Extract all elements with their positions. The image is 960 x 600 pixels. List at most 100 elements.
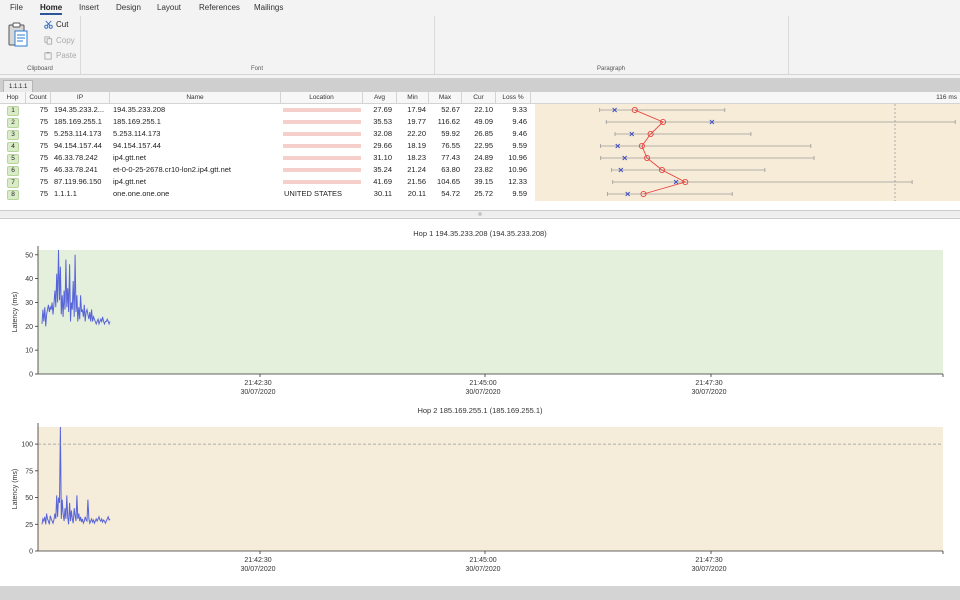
cell-max: 104.65 bbox=[437, 177, 460, 186]
paragraph-group-label: Paragraph bbox=[596, 66, 626, 72]
panel-splitter[interactable] bbox=[0, 211, 960, 217]
hop-latency-graph bbox=[535, 104, 960, 201]
cell-location bbox=[284, 128, 362, 140]
cell-max: 59.92 bbox=[441, 129, 460, 138]
table-row[interactable]: 2 75 185.169.255.1 185.169.255.1 35.53 19.77 1… bbox=[0, 116, 535, 128]
cell-location bbox=[284, 152, 362, 164]
table-row[interactable]: 8 75 1.1.1.1 one.one.one.one UNITED STATES 30… bbox=[0, 188, 535, 200]
plot-area bbox=[38, 250, 943, 374]
hop-number-badge: 5 bbox=[7, 154, 19, 164]
column-header-hop[interactable]: Hop bbox=[0, 92, 26, 103]
table-row[interactable]: 3 75 5.253.114.173 5.253.114.173 32.08 22.20 5… bbox=[0, 128, 535, 140]
cell-cur: 26.85 bbox=[474, 129, 493, 138]
scissors-icon bbox=[44, 20, 53, 29]
table-row[interactable]: 5 75 46.33.78.242 ip4.gtt.net 31.10 18.23 77.4… bbox=[0, 152, 535, 164]
cell-ip: 5.253.114.173 bbox=[54, 129, 102, 138]
column-header-min[interactable]: Min bbox=[397, 92, 429, 103]
y-tick-label: 10 bbox=[25, 348, 33, 355]
table-row[interactable]: 7 75 87.119.96.150 ip4.gtt.net 41.69 21.56 104… bbox=[0, 176, 535, 188]
cell-ip: 185.169.255.1 bbox=[54, 117, 102, 126]
x-tick-time-label: 21:42:30 bbox=[244, 557, 271, 564]
cell-min: 21.56 bbox=[407, 177, 426, 186]
cell-count: 75 bbox=[39, 177, 48, 186]
tab-file[interactable]: File bbox=[10, 3, 23, 12]
column-header-max[interactable]: Max bbox=[429, 92, 462, 103]
copy-icon bbox=[44, 36, 53, 45]
cut-button[interactable]: Cut bbox=[44, 20, 68, 29]
paragraph-group: Paragraph bbox=[434, 16, 789, 74]
x-tick-time-label: 21:47:30 bbox=[695, 557, 722, 564]
tab-mailings[interactable]: Mailings bbox=[254, 3, 283, 12]
column-header-name[interactable]: Name bbox=[110, 92, 281, 103]
column-header-avg[interactable]: Avg bbox=[363, 92, 397, 103]
hop-number-badge: 8 bbox=[7, 190, 19, 200]
hop-table: Hop Count IP Name Location Avg Min Max C… bbox=[0, 92, 960, 211]
y-tick-label: 0 bbox=[29, 549, 33, 556]
font-group: Font bbox=[80, 16, 435, 74]
tab-layout[interactable]: Layout bbox=[157, 3, 181, 12]
column-header-cur[interactable]: Cur bbox=[462, 92, 496, 103]
cell-count: 75 bbox=[39, 165, 48, 174]
cell-count: 75 bbox=[39, 129, 48, 138]
x-tick-date-label: 30/07/2020 bbox=[691, 389, 726, 396]
cell-min: 18.19 bbox=[407, 141, 426, 150]
splitter-handle-icon[interactable] bbox=[478, 212, 482, 216]
column-header-count[interactable]: Count bbox=[26, 92, 51, 103]
column-header-location[interactable]: Location bbox=[281, 92, 363, 103]
y-tick-label: 50 bbox=[25, 252, 33, 259]
tab-design[interactable]: Design bbox=[116, 3, 141, 12]
cell-loss: 9.46 bbox=[512, 129, 527, 138]
font-group-label: Font bbox=[250, 66, 263, 72]
cell-avg: 29.66 bbox=[373, 141, 392, 150]
column-header-loss[interactable]: Loss % bbox=[496, 92, 531, 103]
copy-label: Copy bbox=[56, 36, 75, 45]
tab-references[interactable]: References bbox=[199, 3, 240, 12]
cell-name: 5.253.114.173 bbox=[113, 129, 161, 138]
cell-avg: 27.69 bbox=[373, 105, 392, 114]
cell-min: 22.20 bbox=[407, 129, 426, 138]
copy-button[interactable]: Copy bbox=[44, 36, 75, 45]
plot-area bbox=[38, 427, 943, 551]
hop-number-badge: 7 bbox=[7, 178, 19, 188]
cell-cur: 25.72 bbox=[474, 189, 493, 198]
column-header-ip[interactable]: IP bbox=[51, 92, 110, 103]
table-row[interactable]: 6 75 46.33.78.241 et-0-0-25-2678.cr10-lon2.… bbox=[0, 164, 535, 176]
cell-count: 75 bbox=[39, 141, 48, 150]
tab-home[interactable]: Home bbox=[40, 3, 63, 15]
cell-max: 54.72 bbox=[441, 189, 460, 198]
x-tick-time-label: 21:45:00 bbox=[469, 380, 496, 387]
cell-loss: 10.96 bbox=[508, 153, 527, 162]
hop-number-badge: 6 bbox=[7, 166, 19, 176]
status-bar bbox=[0, 586, 960, 600]
cell-loss: 9.46 bbox=[512, 117, 527, 126]
hop2-latency-chart: 0 25 50 75 100 Latency (ms) 21:42:30 30/07/2020… bbox=[12, 423, 944, 573]
paste-clipboard-icon[interactable] bbox=[8, 22, 28, 48]
y-tick-label: 50 bbox=[25, 495, 33, 502]
cell-min: 21.24 bbox=[407, 165, 426, 174]
paste-label: Paste bbox=[56, 51, 77, 60]
cell-loss: 9.59 bbox=[512, 141, 527, 150]
cell-ip: 1.1.1.1 bbox=[54, 189, 77, 198]
table-row[interactable]: 1 75 194.35.233.2... 194.35.233.208 27.69 17.… bbox=[0, 104, 535, 116]
cell-max: 52.67 bbox=[441, 105, 460, 114]
graph-scale-label: 116 ms bbox=[936, 94, 957, 101]
paste-icon bbox=[44, 51, 52, 60]
paste-button[interactable]: Paste bbox=[44, 51, 76, 60]
cell-name: 94.154.157.44 bbox=[113, 141, 161, 150]
cell-avg: 35.24 bbox=[373, 165, 392, 174]
cell-ip: 46.33.78.241 bbox=[54, 165, 98, 174]
cell-count: 75 bbox=[39, 153, 48, 162]
cell-cur: 23.82 bbox=[474, 165, 493, 174]
cell-ip: 94.154.157.44 bbox=[54, 141, 102, 150]
cell-ip: 46.33.78.242 bbox=[54, 153, 98, 162]
x-tick-time-label: 21:45:00 bbox=[469, 557, 496, 564]
cell-count: 75 bbox=[39, 189, 48, 198]
cell-count: 75 bbox=[39, 117, 48, 126]
tab-insert[interactable]: Insert bbox=[79, 3, 99, 12]
cell-name: one.one.one.one bbox=[113, 189, 170, 198]
cell-name: et-0-0-25-2678.cr10-lon2.ip4.gtt.net bbox=[113, 165, 231, 174]
cell-loss: 12.33 bbox=[508, 177, 527, 186]
cell-max: 63.80 bbox=[441, 165, 460, 174]
cell-max: 77.43 bbox=[441, 153, 460, 162]
table-row[interactable]: 4 75 94.154.157.44 94.154.157.44 29.66 18.19 7… bbox=[0, 140, 535, 152]
